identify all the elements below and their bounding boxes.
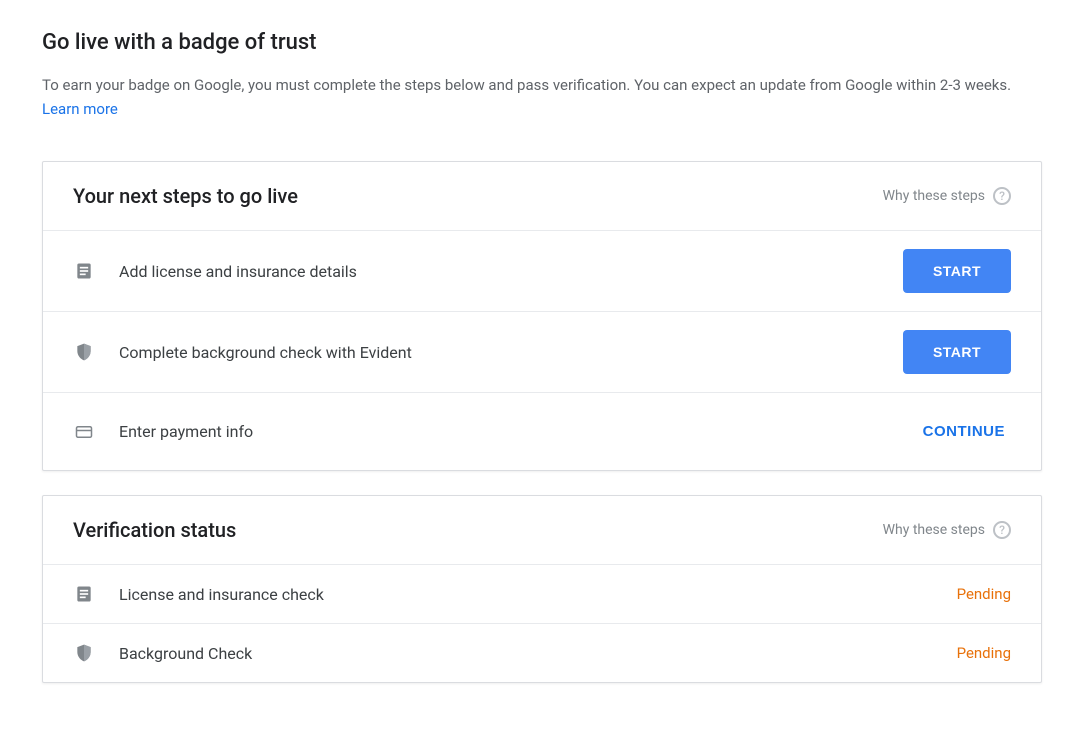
why-these-steps-link[interactable]: Why these steps ? — [883, 521, 1011, 539]
status-badge: Pending — [957, 585, 1011, 603]
step-row-background: Complete background check with Evident S… — [43, 312, 1041, 393]
step-label: Add license and insurance details — [119, 262, 879, 281]
page-description: To earn your badge on Google, you must c… — [42, 73, 1042, 121]
page-description-text: To earn your badge on Google, you must c… — [42, 76, 1011, 94]
page-title: Go live with a badge of trust — [42, 30, 1042, 55]
shield-icon — [73, 642, 95, 664]
status-row-background: Background Check Pending — [43, 624, 1041, 682]
help-icon: ? — [993, 187, 1011, 205]
status-row-license: License and insurance check Pending — [43, 565, 1041, 624]
step-row-payment: Enter payment info CONTINUE — [43, 393, 1041, 470]
learn-more-link[interactable]: Learn more — [42, 100, 118, 118]
verification-header: Verification status Why these steps ? — [43, 496, 1041, 565]
shield-icon — [73, 341, 95, 363]
next-steps-card: Your next steps to go live Why these ste… — [42, 161, 1042, 471]
status-label: License and insurance check — [119, 585, 933, 604]
status-label: Background Check — [119, 644, 933, 663]
help-icon: ? — [993, 521, 1011, 539]
step-label: Complete background check with Evident — [119, 343, 879, 362]
continue-payment-button[interactable]: CONTINUE — [917, 411, 1011, 452]
status-badge: Pending — [957, 644, 1011, 662]
step-row-license: Add license and insurance details START — [43, 231, 1041, 312]
start-background-button[interactable]: START — [903, 330, 1011, 374]
why-these-steps-label: Why these steps — [883, 188, 985, 204]
next-steps-header: Your next steps to go live Why these ste… — [43, 162, 1041, 231]
verification-title: Verification status — [73, 518, 236, 542]
credit-card-icon — [73, 421, 95, 443]
why-these-steps-link[interactable]: Why these steps ? — [883, 187, 1011, 205]
why-these-steps-label: Why these steps — [883, 522, 985, 538]
document-icon — [73, 260, 95, 282]
next-steps-title: Your next steps to go live — [73, 184, 298, 208]
document-icon — [73, 583, 95, 605]
verification-status-card: Verification status Why these steps ? Li… — [42, 495, 1042, 683]
start-license-button[interactable]: START — [903, 249, 1011, 293]
step-label: Enter payment info — [119, 422, 893, 441]
